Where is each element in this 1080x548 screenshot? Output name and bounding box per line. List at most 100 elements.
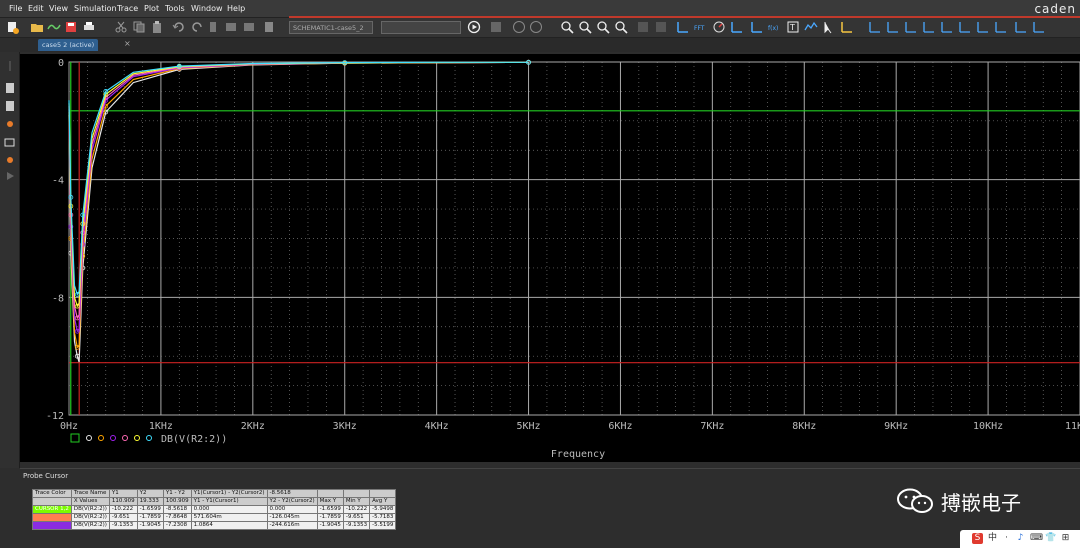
cursor-arrow-icon[interactable]: [822, 20, 836, 34]
zoom-in-icon[interactable]: [560, 20, 574, 34]
probe-cell: -5.5199: [369, 521, 397, 530]
windows-icon[interactable]: [4, 136, 16, 148]
menu-plot[interactable]: Plot: [144, 4, 159, 13]
zoom-fit-icon[interactable]: [614, 20, 628, 34]
cursor-slope-icon[interactable]: [840, 20, 854, 34]
close-icon[interactable]: ×: [124, 39, 131, 48]
menu-bar: File Edit View Simulation Trace Plot Too…: [0, 0, 1080, 18]
tab-case5-2[interactable]: case5 2 (active): [38, 39, 99, 51]
probe-trace-row[interactable]: DB(V(R2:2)) -9.1353 -1.9045 -7.2308 1.0864 -2…: [32, 521, 397, 530]
probe-cell: -8.5618: [266, 489, 318, 498]
new-file-icon[interactable]: [5, 20, 19, 34]
eval-measurement-icon[interactable]: f(x): [768, 20, 782, 34]
pause-icon[interactable]: [512, 20, 526, 34]
probe-cell: 19.333: [136, 497, 164, 506]
pin-icon[interactable]: [4, 60, 16, 72]
probe-cell: DB(V(R2:2)): [70, 513, 110, 522]
sogou-icon[interactable]: S: [972, 533, 983, 544]
log-y-icon[interactable]: [654, 20, 668, 34]
open-folder-icon[interactable]: [30, 20, 44, 34]
cursor-point-icon[interactable]: [958, 20, 972, 34]
cursor-lines: [69, 62, 1080, 415]
ime-chinese-icon[interactable]: 中: [987, 533, 998, 544]
probe-icon[interactable]: [4, 116, 16, 128]
waveform-plot[interactable]: 0Hz 1KHz 2KHz 3KHz 4KHz 5KHz 6KHz 7KHz 8KHz 9KHz 1…: [20, 54, 1080, 462]
probe-cell: -8.5618: [162, 505, 192, 514]
netlist-icon[interactable]: [4, 100, 16, 112]
trace-color-swatch: CURSOR 1,2: [32, 505, 72, 514]
group2-icon[interactable]: [242, 20, 256, 34]
text-label-icon[interactable]: T: [786, 20, 800, 34]
probe-cell: -10.222: [108, 505, 138, 514]
probe-cell: -9.651: [342, 513, 371, 522]
microphone-icon[interactable]: ♪: [1015, 533, 1026, 544]
cursor-mark-icon[interactable]: [976, 20, 990, 34]
cursor-prev-icon[interactable]: [940, 20, 954, 34]
cursor-max-icon[interactable]: [886, 20, 900, 34]
save-data-icon[interactable]: [489, 20, 503, 34]
x-axis-ticks: 0Hz 1KHz 2KHz 3KHz 4KHz 5KHz 6KHz 7KHz 8KHz 9KHz 1…: [60, 421, 1080, 432]
run-icon[interactable]: [467, 20, 481, 34]
undo-icon[interactable]: [172, 20, 186, 34]
ime-punct-icon[interactable]: ·: [1001, 533, 1012, 544]
legend-marker-2: [110, 435, 116, 441]
plot-border: [68, 61, 1080, 416]
probe-cell: -1.9045: [316, 521, 344, 530]
system-tray: S 中 · ♪ ⌨ 👕 ⊞: [960, 530, 1080, 548]
zoom-area-icon[interactable]: [596, 20, 610, 34]
marker-icon[interactable]: [4, 152, 16, 164]
cursor-label-icon[interactable]: [994, 20, 1008, 34]
menu-view[interactable]: View: [49, 4, 68, 13]
cursor-trough-icon[interactable]: [1014, 20, 1028, 34]
paste-icon[interactable]: [150, 20, 164, 34]
probe-cell: Trace Color: [32, 489, 72, 498]
probe-trace-row[interactable]: DB(V(R2:2)) -9.651 -1.7859 -7.8648 571.604m -…: [32, 513, 397, 522]
profile-selector[interactable]: [381, 21, 461, 34]
add-axis-icon[interactable]: [730, 20, 744, 34]
menu-edit[interactable]: Edit: [28, 4, 44, 13]
menu-file[interactable]: File: [9, 4, 22, 13]
probe-cell: Trace Name: [70, 489, 110, 498]
schematic-selector[interactable]: SCHEMATIC1-case5_2: [289, 21, 373, 34]
play-icon[interactable]: [4, 170, 16, 182]
probe-cell: -7.2308: [162, 521, 192, 530]
probe-cell: -1.7859: [136, 513, 164, 522]
menu-trace[interactable]: Trace: [117, 4, 138, 13]
stop-icon[interactable]: [529, 20, 543, 34]
group-icon[interactable]: [224, 20, 238, 34]
menu-help[interactable]: Help: [227, 4, 245, 13]
log-x-icon[interactable]: [636, 20, 650, 34]
cursor-min-icon[interactable]: [868, 20, 882, 34]
probe-cursor-title: Probe Cursor: [23, 472, 69, 480]
x-tick-label: 0Hz: [60, 421, 78, 432]
cursor-next-icon[interactable]: [922, 20, 936, 34]
plot-canvas: 0Hz 1KHz 2KHz 3KHz 4KHz 5KHz 6KHz 7KHz 8KHz 9KHz 1…: [46, 58, 1080, 460]
axis-x-icon[interactable]: [676, 20, 690, 34]
redo-icon[interactable]: [190, 20, 204, 34]
probe-trace-row[interactable]: CURSOR 1,2 DB(V(R2:2)) -10.222 -1.6599 -8.56…: [32, 505, 397, 514]
probe-cell: Y1: [108, 489, 138, 498]
toolbox-icon[interactable]: ⊞: [1060, 533, 1071, 544]
document-icon[interactable]: [4, 82, 16, 94]
probe-cell: -5.7183: [369, 513, 397, 522]
probe-cursor-table: Trace Color Trace Name Y1 Y2 Y1 - Y2 Y1(Curso…: [32, 489, 397, 530]
print-icon[interactable]: [82, 20, 96, 34]
menu-simulation[interactable]: Simulation: [74, 4, 117, 13]
cut-icon[interactable]: [114, 20, 128, 34]
fft-icon[interactable]: FFT: [694, 20, 708, 34]
bookmark-icon[interactable]: [206, 20, 220, 34]
save-icon[interactable]: [64, 20, 78, 34]
copy-icon[interactable]: [132, 20, 146, 34]
menu-tools[interactable]: Tools: [165, 4, 185, 13]
clipboard-icon[interactable]: [262, 20, 276, 34]
cursor-search-icon[interactable]: [904, 20, 918, 34]
menu-window[interactable]: Window: [191, 4, 223, 13]
wave-icon[interactable]: [47, 20, 61, 34]
skin-icon[interactable]: 👕: [1045, 533, 1056, 544]
add-trace-icon[interactable]: [750, 20, 764, 34]
zoom-out-icon[interactable]: [578, 20, 592, 34]
performance-icon[interactable]: [712, 20, 726, 34]
cursor-peak-icon[interactable]: [804, 20, 818, 34]
keyboard-icon[interactable]: ⌨: [1030, 533, 1043, 544]
cursor-end-icon[interactable]: [1032, 20, 1046, 34]
